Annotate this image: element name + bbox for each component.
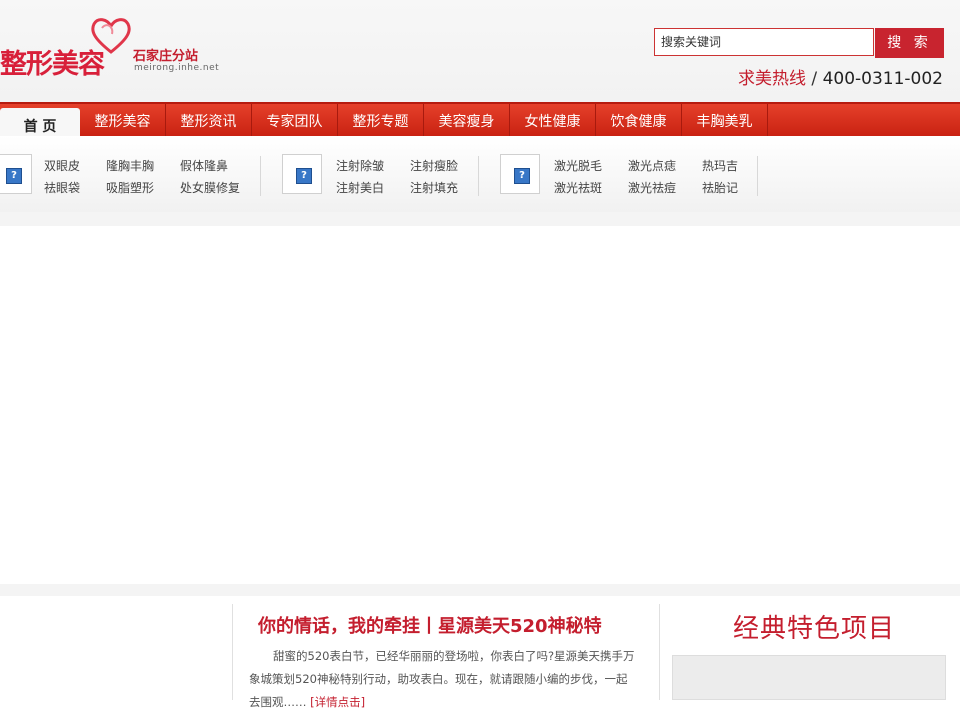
hotline-separator: /	[806, 69, 823, 89]
logo-url-text: meirong.inhe.net	[134, 63, 220, 73]
broken-image-icon: ?	[282, 154, 322, 194]
header: 整形美容 石家庄分站 meirong.inhe.net 搜索关键词 搜 索 求美…	[0, 0, 960, 102]
hotline: 求美热线 / 400-0311-002	[738, 64, 943, 89]
banner-area	[0, 226, 960, 584]
divider	[232, 604, 233, 700]
article-line: 甜蜜的520表白节，已经华丽丽的登场啦，你表白了吗?星源美天携手万	[273, 649, 635, 663]
link-thermage[interactable]: 热玛吉	[702, 157, 738, 174]
nav-item-home[interactable]: 首 页	[0, 108, 80, 138]
left-column	[0, 596, 232, 700]
article-line: 去围观……	[249, 695, 307, 709]
article-line: 象城策划520神秘特别行动，助攻表白。现在，就请跟随小编的步伐，一起	[249, 672, 628, 686]
broken-image-icon: ?	[0, 154, 32, 194]
nav-item-slimming[interactable]: 美容瘦身	[424, 104, 510, 136]
divider	[659, 604, 660, 700]
link-breast-augmentation[interactable]: 隆胸丰胸	[106, 157, 154, 174]
category-links: ? 双眼皮 隆胸丰胸 假体隆鼻 祛眼袋 吸脂塑形 处女膜修复 ? 注射除皱 注射…	[0, 136, 960, 213]
nav-item-women-health[interactable]: 女性健康	[510, 104, 596, 136]
link-birthmark-removal[interactable]: 祛胎记	[702, 179, 738, 196]
nav-item-topics[interactable]: 整形专题	[338, 104, 424, 136]
link-laser-hair-removal[interactable]: 激光脱毛	[554, 157, 602, 174]
search-button[interactable]: 搜 索	[875, 28, 944, 58]
broken-image-icon: ?	[500, 154, 540, 194]
hotline-label: 求美热线	[738, 69, 807, 89]
nav-item-news[interactable]: 整形资讯	[166, 104, 252, 136]
divider	[757, 156, 758, 196]
link-rhinoplasty[interactable]: 假体隆鼻	[180, 157, 228, 174]
spacer	[0, 212, 960, 226]
link-liposuction[interactable]: 吸脂塑形	[106, 179, 154, 196]
details-link[interactable]: [详情点击]	[310, 695, 365, 709]
link-eye-bag-removal[interactable]: 祛眼袋	[44, 179, 80, 196]
divider	[260, 156, 261, 196]
link-laser-freckle-removal[interactable]: 激光祛斑	[554, 179, 602, 196]
link-double-eyelid[interactable]: 双眼皮	[44, 157, 80, 174]
featured-projects-title: 经典特色项目	[733, 614, 896, 644]
link-whitening-injection[interactable]: 注射美白	[336, 179, 384, 196]
logo-branch-text: 石家庄分站	[133, 49, 199, 64]
featured-projects-box	[672, 655, 946, 700]
site-logo[interactable]: 整形美容 石家庄分站 meirong.inhe.net	[0, 16, 230, 80]
nav-item-cosmetic-surgery[interactable]: 整形美容	[80, 104, 166, 136]
link-filler-injection[interactable]: 注射填充	[410, 179, 458, 196]
main-nav: 首 页 整形美容 整形资讯 专家团队 整形专题 美容瘦身 女性健康 饮食健康 丰…	[0, 102, 960, 138]
divider	[478, 156, 479, 196]
spacer	[0, 584, 960, 596]
nav-item-diet[interactable]: 饮食健康	[596, 104, 682, 136]
nav-item-experts[interactable]: 专家团队	[252, 104, 338, 136]
link-laser-acne-treatment[interactable]: 激光祛痘	[628, 179, 676, 196]
search-input[interactable]: 搜索关键词	[654, 28, 874, 56]
link-face-slimming-injection[interactable]: 注射瘦脸	[410, 157, 458, 174]
hotline-number: 400-0311-002	[822, 69, 943, 89]
nav-item-breast[interactable]: 丰胸美乳	[682, 104, 768, 136]
logo-main-text: 整形美容	[0, 49, 105, 80]
link-laser-mole-removal[interactable]: 激光点痣	[628, 157, 676, 174]
article-summary: 甜蜜的520表白节，已经华丽丽的登场啦，你表白了吗?星源美天携手万 象城策划52…	[249, 645, 649, 714]
link-wrinkle-injection[interactable]: 注射除皱	[336, 157, 384, 174]
article-title[interactable]: 你的情话，我的牵挂丨星源美天520神秘特	[258, 612, 602, 638]
link-hymen-repair[interactable]: 处女膜修复	[180, 179, 240, 196]
search-bar: 搜索关键词 搜 索	[654, 28, 944, 58]
